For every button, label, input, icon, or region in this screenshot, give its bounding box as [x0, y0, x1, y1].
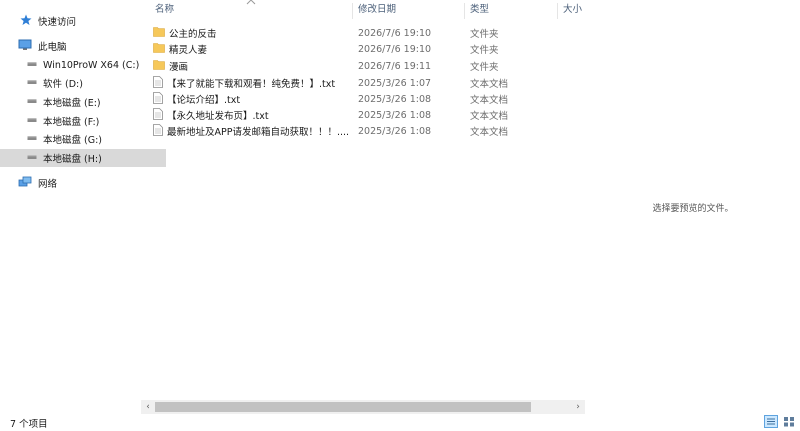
file-row[interactable]: 漫画 2026/7/6 19:11 文件夹: [153, 58, 573, 74]
scrollbar-thumb[interactable]: [155, 402, 531, 412]
preview-pane: 选择要预览的文件。: [586, 0, 800, 408]
folder-icon: [153, 26, 165, 40]
file-name: 【永久地址发布页】.txt: [167, 111, 269, 122]
file-date: 2025/3/26 1:08: [358, 109, 432, 121]
file-type: 文件夹: [470, 45, 499, 56]
file-date: 2025/3/26 1:08: [358, 125, 432, 137]
column-header-type[interactable]: 类型: [470, 0, 489, 20]
file-type: 文件夹: [470, 62, 499, 73]
item-count: 7 个项目: [10, 419, 48, 430]
file-date: 2025/3/26 1:08: [358, 93, 432, 105]
text-file-icon: [153, 123, 163, 139]
file-type: 文本文档: [470, 127, 509, 138]
nav-label-drive: Win10ProW X64 (C:): [43, 59, 140, 71]
file-name: 最新地址及APP请发邮箱自动获取！！！....: [167, 127, 350, 138]
nav-label-network: 网络: [38, 179, 58, 190]
horizontal-scrollbar[interactable]: ‹ ›: [141, 400, 585, 414]
computer-icon: [18, 39, 32, 54]
file-row[interactable]: 【永久地址发布页】.txt 2025/3/26 1:08 文本文档: [153, 107, 573, 123]
nav-label-drive: 软件 (D:): [43, 79, 83, 90]
file-list: 名称 修改日期 类型 大小 公主的反击 2026/7/6 19:10 文件夹 精…: [141, 0, 585, 415]
file-name: 公主的反击: [169, 29, 217, 40]
drive-icon: [27, 153, 37, 164]
folder-icon: [153, 42, 165, 56]
drive-icon: [27, 97, 37, 108]
nav-label-drive: 本地磁盘 (E:): [43, 98, 101, 109]
nav-item-quick-access[interactable]: 快速访问: [0, 12, 159, 30]
file-date: 2026/7/6 19:11: [358, 60, 432, 72]
file-row[interactable]: 最新地址及APP请发邮箱自动获取！！！.... 2025/3/26 1:08 文…: [153, 123, 573, 139]
nav-label-drive: 本地磁盘 (F:): [43, 117, 100, 128]
text-file-icon: [153, 107, 163, 123]
details-view-button[interactable]: [764, 415, 778, 428]
file-date: 2025/3/26 1:07: [358, 77, 432, 89]
file-type: 文件夹: [470, 29, 499, 40]
drive-icon: [27, 116, 37, 127]
nav-item-this-pc[interactable]: 此电脑: [0, 37, 157, 55]
file-row[interactable]: 【来了就能下载和观看！纯免费！】.txt 2025/3/26 1:07 文本文档: [153, 75, 573, 91]
pin-star-icon: [20, 14, 32, 29]
file-type: 文本文档: [470, 79, 509, 90]
file-row[interactable]: 精灵人妻 2026/7/6 19:10 文件夹: [153, 41, 573, 57]
drive-icon: [27, 78, 37, 89]
text-file-icon: [153, 75, 163, 91]
column-divider[interactable]: [557, 3, 558, 19]
navigation-pane: 快速访问 此电脑 Win10ProW X64 (C:) 软件 (D:) 本地磁盘…: [0, 0, 166, 408]
nav-label-drive: 本地磁盘 (G:): [43, 135, 102, 146]
large-icons-view-button[interactable]: [782, 415, 796, 428]
column-header-date[interactable]: 修改日期: [358, 0, 396, 20]
column-divider[interactable]: [352, 3, 353, 19]
nav-label-this-pc: 此电脑: [38, 42, 67, 53]
scroll-right-icon[interactable]: ›: [571, 400, 585, 414]
scroll-left-icon[interactable]: ‹: [141, 400, 155, 414]
file-name: 漫画: [169, 62, 189, 73]
status-bar: 7 个项目: [0, 414, 800, 431]
preview-message: 选择要预览的文件。: [652, 204, 734, 214]
file-type: 文本文档: [470, 95, 509, 106]
file-row[interactable]: 【论坛介绍】.txt 2025/3/26 1:08 文本文档: [153, 91, 573, 107]
nav-label-drive: 本地磁盘 (H:): [43, 154, 102, 165]
column-header-name[interactable]: 名称: [155, 0, 174, 20]
file-type: 文本文档: [470, 111, 509, 122]
drive-icon: [27, 60, 37, 71]
network-icon: [18, 176, 32, 191]
file-row[interactable]: 公主的反击 2026/7/6 19:10 文件夹: [153, 25, 573, 41]
column-header-size[interactable]: 大小: [563, 0, 582, 20]
folder-icon: [153, 59, 165, 73]
file-name: 【论坛介绍】.txt: [167, 95, 241, 106]
drive-icon: [27, 134, 37, 145]
file-date: 2026/7/6 19:10: [358, 43, 432, 55]
file-date: 2026/7/6 19:10: [358, 27, 432, 39]
column-divider[interactable]: [464, 3, 465, 19]
nav-item-network[interactable]: 网络: [0, 174, 157, 192]
file-name: 精灵人妻: [169, 45, 208, 56]
text-file-icon: [153, 91, 163, 107]
nav-label-quick-access: 快速访问: [38, 17, 77, 28]
file-name: 【来了就能下载和观看！纯免费！】.txt: [167, 79, 336, 90]
sort-up-icon: [246, 0, 256, 8]
